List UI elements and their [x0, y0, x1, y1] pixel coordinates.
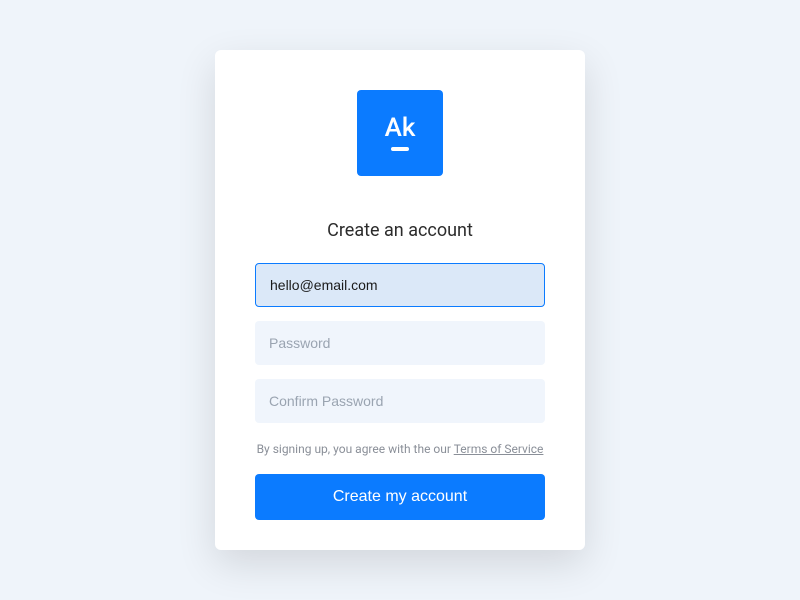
- logo: Ak: [357, 90, 443, 176]
- create-account-button[interactable]: Create my account: [255, 474, 545, 520]
- signup-card: Ak Create an account By signing up, you …: [215, 50, 585, 550]
- logo-underline-icon: [391, 147, 409, 151]
- terms-link[interactable]: Terms of Service: [454, 442, 544, 456]
- page-title: Create an account: [327, 220, 473, 241]
- email-field[interactable]: [255, 263, 545, 307]
- password-field[interactable]: [255, 321, 545, 365]
- logo-text: Ak: [385, 115, 416, 141]
- confirm-password-field[interactable]: [255, 379, 545, 423]
- terms-prefix: By signing up, you agree with the our: [257, 442, 454, 456]
- terms-text: By signing up, you agree with the our Te…: [257, 441, 544, 458]
